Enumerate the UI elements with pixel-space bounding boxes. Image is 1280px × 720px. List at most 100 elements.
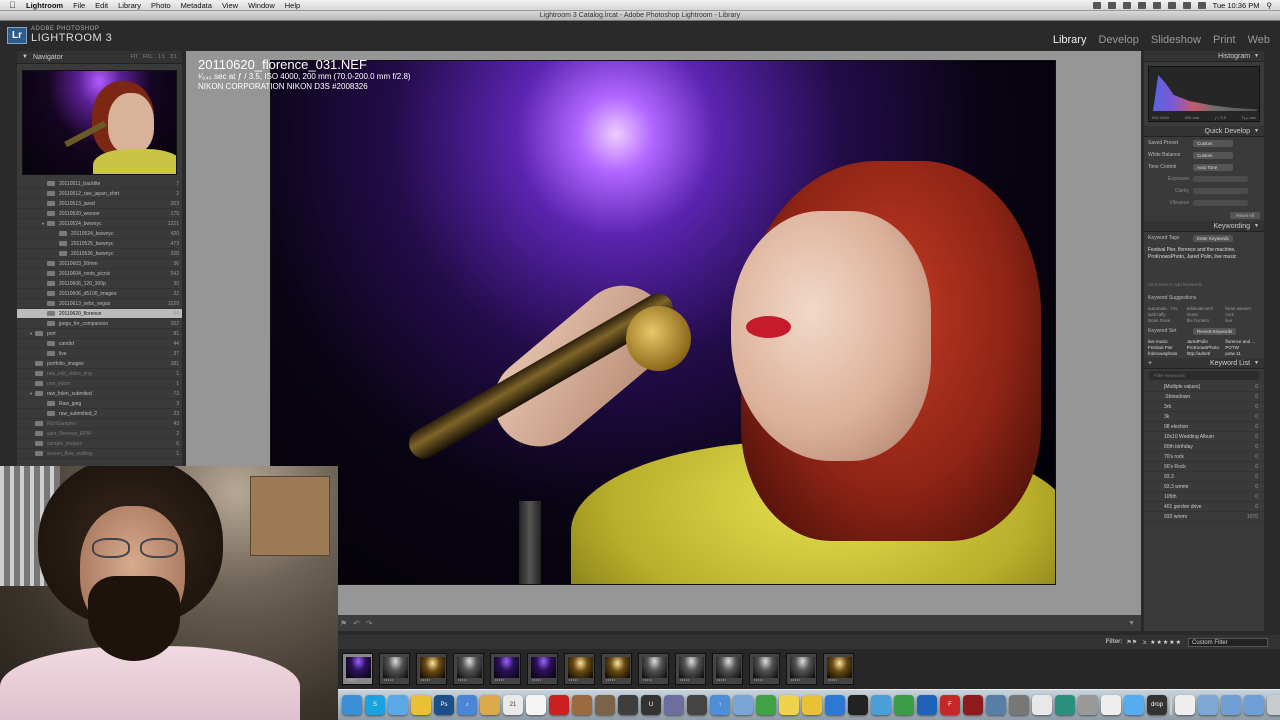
dock-notes-icon[interactable] [779, 695, 799, 715]
module-print[interactable]: Print [1213, 34, 1236, 46]
dock-itunes-icon[interactable]: ♪ [457, 695, 477, 715]
dock-windows-icon[interactable] [871, 695, 891, 715]
dock-guitar-icon[interactable] [595, 695, 615, 715]
keyword-tags-mode-dropdown[interactable]: Enter Keywords [1193, 234, 1233, 242]
menu-library[interactable]: Library [118, 1, 141, 10]
menu-file[interactable]: File [73, 1, 85, 10]
keyword-list-item[interactable]: 3k 0 [1144, 412, 1264, 422]
dock-flash-icon[interactable] [963, 695, 983, 715]
folder-row[interactable]: portfolio_images 181 [17, 359, 182, 369]
rotate-right-icon[interactable]: ↷ [366, 619, 373, 628]
spotlight-icon[interactable]: ⚲ [1267, 1, 1273, 10]
dock-mail-icon[interactable] [411, 695, 431, 715]
keyword-suggestion[interactable]: walt taffy [1148, 312, 1183, 317]
folder-row[interactable]: screen_flow_waiting 1 [17, 449, 182, 459]
keyword-set-item[interactable]: Festival Pier [1148, 345, 1183, 350]
menu-help[interactable]: Help [285, 1, 300, 10]
folder-row[interactable]: ▼ port 81 [17, 329, 182, 339]
vibrance-stepper[interactable] [1193, 200, 1248, 206]
dock-inspector-icon[interactable] [618, 695, 638, 715]
keyword-suggestion[interactable]: brian weaver [1225, 306, 1260, 311]
navigator-header[interactable]: ▼ Navigator FIT FILL 1:1 3:1 [17, 51, 182, 64]
module-develop[interactable]: Develop [1098, 34, 1138, 46]
rating-filter[interactable]: ≥ ★★★★★ [1143, 639, 1182, 646]
dock-calendar-icon[interactable]: 21 [503, 695, 523, 715]
keyword-list-item[interactable]: 401 gordon drive 0 [1144, 502, 1264, 512]
dock-timemachine-icon[interactable] [1055, 695, 1075, 715]
filmstrip-thumbnail[interactable]: ••••• [342, 653, 373, 685]
module-slideshow[interactable]: Slideshow [1151, 34, 1201, 46]
module-web[interactable]: Web [1248, 34, 1270, 46]
reset-all-button[interactable]: Reset All [1230, 211, 1260, 219]
battery-icon[interactable] [1197, 1, 1206, 9]
folder-row[interactable]: 20110520_weezer 175 [17, 209, 182, 219]
keyword-set-item[interactable]: live music [1148, 339, 1183, 344]
folder-row[interactable]: sample_images 6 [17, 439, 182, 449]
folder-row[interactable]: 20110511_backlite 7 [17, 179, 182, 189]
keyword-list-item[interactable]: 08 election 0 [1144, 422, 1264, 432]
bluetooth-icon[interactable] [1137, 1, 1146, 9]
navigator-zoom-fill[interactable]: FILL [143, 54, 153, 60]
dropbox-tray-icon[interactable] [1092, 1, 1101, 9]
collapse-triangle-icon[interactable]: ▼ [1254, 128, 1259, 134]
keyword-list-item[interactable]: 933 wmmr 1070 [1144, 512, 1264, 522]
keyword-set-item[interactable]: froknowsphoto [1148, 351, 1183, 356]
navigator-zoom-3-1[interactable]: 3:1 [170, 54, 177, 60]
dock-preview-icon[interactable] [480, 695, 500, 715]
rotate-left-icon[interactable]: ↶ [353, 619, 360, 628]
folder-row[interactable]: 20110604_roots_picnic 542 [17, 269, 182, 279]
quick-develop-header[interactable]: Quick Develop ▼ [1144, 126, 1264, 137]
folder-row[interactable]: 20110513_jared 263 [17, 199, 182, 209]
keyword-list-item[interactable]: 3rb 0 [1144, 402, 1264, 412]
dock-textedit-icon[interactable] [526, 695, 546, 715]
skype-tray-icon[interactable] [1122, 1, 1131, 9]
main-photo[interactable] [270, 60, 1056, 585]
keyword-list-item[interactable]: 70's rock 0 [1144, 452, 1264, 462]
saved-preset-dropdown[interactable]: Custom [1193, 139, 1233, 147]
dock-chrome-icon[interactable] [894, 695, 914, 715]
dock-browser-icon[interactable] [917, 695, 937, 715]
filmstrip-thumbnail[interactable]: ••••• [638, 653, 669, 685]
dock-stickies-icon[interactable] [802, 695, 822, 715]
collapse-triangle-icon[interactable]: ▼ [1254, 223, 1259, 229]
histogram-header[interactable]: Histogram ▼ [1144, 51, 1264, 62]
apple-menu-icon[interactable]:  [9, 0, 19, 10]
exposure-stepper[interactable] [1193, 176, 1248, 182]
keyword-list-item[interactable]: 93.3 wmmr 0 [1144, 482, 1264, 492]
dock-stack1-icon[interactable] [1175, 695, 1195, 715]
filmstrip-thumbnail[interactable]: ••••• [786, 653, 817, 685]
filmstrip-thumbnail[interactable]: ••••• [712, 653, 743, 685]
keyword-list-item[interactable]: 105th 0 [1144, 492, 1264, 502]
keyword-set-item[interactable]: florence and ... [1225, 339, 1260, 344]
dock-filezilla-icon[interactable]: F [940, 695, 960, 715]
clarity-stepper[interactable] [1193, 188, 1248, 194]
dock-photoshop-icon[interactable]: Ps [434, 695, 454, 715]
add-keyword-icon[interactable]: + [1144, 360, 1152, 367]
dock-adobe-icon[interactable] [549, 695, 569, 715]
dock-trash-icon[interactable] [1267, 695, 1280, 715]
folder-row[interactable]: 20110512_raw_japan_shirt 2 [17, 189, 182, 199]
filmstrip-thumbnail[interactable]: ••••• [379, 653, 410, 685]
keyword-list-item[interactable]: 93.3 0 [1144, 472, 1264, 482]
keyword-set-dropdown[interactable]: Recent Keywords [1193, 327, 1237, 335]
keyword-set-item[interactable]: POTW [1225, 345, 1260, 350]
keyword-suggestion[interactable]: editsuitecaml [1187, 306, 1222, 311]
keywording-header[interactable]: Keywording ▼ [1144, 221, 1264, 232]
filmstrip-thumbnail[interactable]: ••••• [527, 653, 558, 685]
keyword-suggestion[interactable]: music [1187, 312, 1222, 317]
auto-tone-button[interactable]: Auto Tone [1193, 163, 1233, 171]
module-library[interactable]: Library [1053, 34, 1087, 46]
filmstrip-thumbnail[interactable]: ••••• [453, 653, 484, 685]
keyword-suggestion[interactable]: rock [1225, 312, 1260, 317]
keyword-suggestion[interactable]: automatic : hrs [1148, 306, 1183, 311]
folder-row[interactable]: 20110526_bwwnyc 328 [17, 249, 182, 259]
dock-calculator-icon[interactable] [1032, 695, 1052, 715]
evernote-tray-icon[interactable] [1107, 1, 1116, 9]
keyword-set-item[interactable]: JaredPolin [1187, 339, 1222, 344]
menu-edit[interactable]: Edit [95, 1, 108, 10]
filmstrip-thumbnail[interactable]: ••••• [416, 653, 447, 685]
dock-ustream-icon[interactable]: U [641, 695, 661, 715]
keyword-list-item[interactable]: .Shinedown 0 [1144, 392, 1264, 402]
dock-safari-icon[interactable] [388, 695, 408, 715]
collapse-triangle-icon[interactable]: ▼ [1254, 53, 1259, 59]
